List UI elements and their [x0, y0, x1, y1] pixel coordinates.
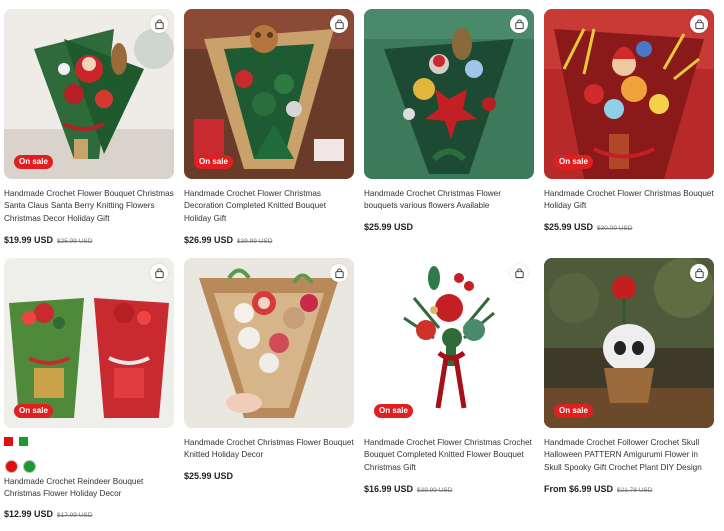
price-original: $25.99 USD — [57, 238, 93, 245]
product-image[interactable]: On sale — [544, 9, 714, 179]
product-price: From $6.99 USD $21.78 USD — [544, 484, 652, 494]
product-image[interactable]: On sale — [364, 258, 534, 428]
add-to-cart-icon[interactable] — [150, 264, 168, 282]
product-price: $26.99 USD $39.99 USD — [184, 235, 272, 245]
product-image[interactable]: On sale — [4, 9, 174, 179]
product-image[interactable] — [184, 258, 354, 428]
color-swatch-square[interactable] — [19, 437, 28, 446]
product-card[interactable]: On sale Handmade Crochet Follower Croche… — [544, 258, 714, 474]
product-image[interactable]: On sale — [184, 9, 354, 179]
product-price: $25.99 USD — [364, 222, 413, 232]
sale-badge: On sale — [554, 404, 593, 418]
product-price: $19.99 USD $25.99 USD — [4, 235, 92, 245]
add-to-cart-icon[interactable] — [690, 264, 708, 282]
product-image[interactable]: On sale — [544, 258, 714, 428]
color-option-red[interactable] — [5, 460, 18, 473]
product-title[interactable]: Handmade Crochet Flower Christmas Croche… — [364, 437, 534, 474]
price-current: $16.99 USD — [364, 484, 414, 494]
product-card[interactable]: On sale Handmade Crochet Flower Christma… — [544, 9, 714, 213]
price-original: $39.99 USD — [237, 238, 273, 245]
sale-badge: On sale — [554, 155, 593, 169]
product-card[interactable]: On sale Handmade Crochet Flower Christma… — [184, 9, 354, 225]
product-title[interactable]: Handmade Crochet Reindeer Bouquet Christ… — [4, 476, 174, 501]
price-current: $25.99 USD — [184, 471, 234, 481]
price-original: $17.99 USD — [57, 512, 93, 519]
price-original: $30.00 USD — [597, 225, 633, 232]
product-price: $25.99 USD $30.00 USD — [544, 222, 632, 232]
add-to-cart-icon[interactable] — [510, 264, 528, 282]
sale-badge: On sale — [14, 404, 53, 418]
add-to-cart-icon[interactable] — [330, 15, 348, 33]
price-original: $39.99 USD — [417, 487, 453, 494]
price-current: $25.99 USD — [364, 222, 414, 232]
product-title[interactable]: Handmade Crochet Christmas Flower Bouque… — [184, 437, 354, 462]
price-current: $19.99 USD — [4, 235, 54, 245]
color-swatch-square[interactable] — [4, 437, 13, 446]
product-title[interactable]: Handmade Crochet Christmas Flower bouque… — [364, 188, 534, 213]
color-option-green[interactable] — [23, 460, 36, 473]
sale-badge: On sale — [194, 155, 233, 169]
price-current: $26.99 USD — [184, 235, 234, 245]
sale-badge: On sale — [14, 155, 53, 169]
sale-badge: On sale — [374, 404, 413, 418]
product-card[interactable]: On sale — [4, 258, 174, 428]
price-original: $21.78 USD — [617, 487, 653, 494]
product-title[interactable]: Handmade Crochet Flower Christmas Decora… — [184, 188, 354, 225]
product-image[interactable]: On sale — [4, 258, 174, 428]
product-card[interactable]: On sale Handmade Crochet Flower Bouquet … — [4, 9, 174, 225]
product-title[interactable]: Handmade Crochet Flower Bouquet Christma… — [4, 188, 174, 225]
product-card[interactable]: Handmade Crochet Christmas Flower bouque… — [364, 9, 534, 213]
add-to-cart-icon[interactable] — [690, 15, 708, 33]
add-to-cart-icon[interactable] — [330, 264, 348, 282]
add-to-cart-icon[interactable] — [150, 15, 168, 33]
product-image[interactable] — [364, 9, 534, 179]
product-price: $12.99 USD $17.99 USD — [4, 509, 92, 519]
price-current: $12.99 USD — [4, 509, 54, 519]
price-current: $25.99 USD — [544, 222, 594, 232]
add-to-cart-icon[interactable] — [510, 15, 528, 33]
product-title[interactable]: Handmade Crochet Follower Crochet Skull … — [544, 437, 714, 474]
product-price: $16.99 USD $39.99 USD — [364, 484, 452, 494]
product-price: $25.99 USD — [184, 471, 233, 481]
product-card[interactable]: On sale Handmade Crochet Flower Christma… — [364, 258, 534, 474]
price-current: From $6.99 USD — [544, 484, 614, 494]
product-card[interactable]: Handmade Crochet Christmas Flower Bouque… — [184, 258, 354, 462]
product-title[interactable]: Handmade Crochet Flower Christmas Bouque… — [544, 188, 714, 213]
